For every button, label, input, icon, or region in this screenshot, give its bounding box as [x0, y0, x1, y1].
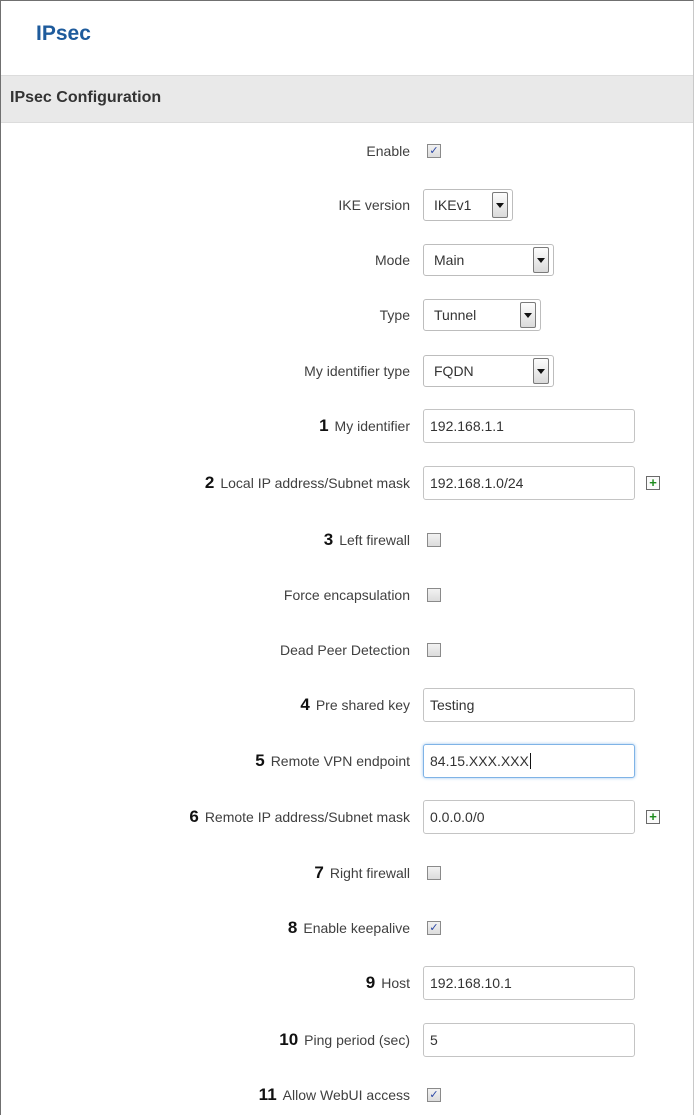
mode-select[interactable]: Main [423, 244, 554, 276]
remote-ip-label: 6 Remote IP address/Subnet mask [189, 807, 410, 826]
add-remote-ip-button[interactable]: + [646, 810, 660, 824]
allow-webui-access-checkbox[interactable]: ✓ [427, 1088, 441, 1102]
remote-vpn-endpoint-label: 5 Remote VPN endpoint [255, 751, 410, 770]
right-firewall-label: 7 Right firewall [314, 863, 410, 882]
checkmark-icon: ✓ [429, 144, 439, 157]
pre-shared-key-input[interactable]: Testing [423, 688, 635, 722]
plus-icon: + [649, 809, 657, 824]
left-firewall-checkbox[interactable] [427, 533, 441, 547]
add-local-ip-button[interactable]: + [646, 476, 660, 490]
enable-checkbox[interactable]: ✓ [427, 144, 441, 158]
chevron-down-icon[interactable] [492, 192, 508, 218]
ike-version-select[interactable]: IKEv1 [423, 189, 513, 221]
section-header: IPsec Configuration [1, 75, 693, 123]
force-encapsulation-checkbox[interactable] [427, 588, 441, 602]
host-label: 9 Host [365, 973, 410, 992]
row-enable-keepalive: 8 Enable keepalive ✓ [0, 908, 694, 948]
type-select[interactable]: Tunnel [423, 299, 541, 331]
row-my-identifier: 1 My identifier 192.168.1.1 [0, 406, 694, 446]
type-value: Tunnel [434, 307, 477, 323]
left-firewall-label: 3 Left firewall [323, 530, 410, 549]
row-remote-vpn-endpoint: 5 Remote VPN endpoint 84.15.XXX.XXX [0, 741, 694, 781]
my-identifier-type-label: My identifier type [304, 363, 410, 379]
row-allow-webui-access: 11 Allow WebUI access ✓ [0, 1075, 694, 1115]
chevron-down-icon[interactable] [533, 247, 549, 273]
ike-version-label: IKE version [338, 197, 410, 213]
host-input[interactable]: 192.168.10.1 [423, 966, 635, 1000]
ping-period-label: 10 Ping period (sec) [279, 1030, 410, 1049]
row-right-firewall: 7 Right firewall [0, 853, 694, 893]
row-host: 9 Host 192.168.10.1 [0, 963, 694, 1003]
enable-label: Enable [366, 143, 410, 159]
plus-icon: + [649, 475, 657, 490]
checkmark-icon: ✓ [429, 921, 439, 934]
enable-keepalive-checkbox[interactable]: ✓ [427, 921, 441, 935]
type-label: Type [379, 307, 410, 323]
remote-vpn-endpoint-input[interactable]: 84.15.XXX.XXX [423, 744, 635, 778]
chevron-down-icon[interactable] [520, 302, 536, 328]
ping-period-input[interactable]: 5 [423, 1023, 635, 1057]
right-firewall-checkbox[interactable] [427, 866, 441, 880]
row-pre-shared-key: 4 Pre shared key Testing [0, 685, 694, 725]
checkmark-icon: ✓ [429, 1088, 439, 1101]
local-ip-label: 2 Local IP address/Subnet mask [204, 473, 410, 492]
my-identifier-type-value: FQDN [434, 363, 474, 379]
allow-webui-access-label: 11 Allow WebUI access [258, 1085, 410, 1104]
row-ike-version: IKE version IKEv1 [0, 185, 694, 225]
ike-version-value: IKEv1 [434, 197, 472, 213]
enable-keepalive-label: 8 Enable keepalive [287, 918, 410, 937]
my-identifier-type-select[interactable]: FQDN [423, 355, 554, 387]
dead-peer-detection-label: Dead Peer Detection [280, 642, 410, 658]
section-title: IPsec Configuration [10, 89, 162, 106]
my-identifier-input[interactable]: 192.168.1.1 [423, 409, 635, 443]
mode-label: Mode [374, 252, 410, 268]
row-force-encapsulation: Force encapsulation [0, 575, 694, 615]
local-ip-input[interactable]: 192.168.1.0/24 [423, 466, 635, 500]
chevron-down-icon[interactable] [533, 358, 549, 384]
row-dead-peer-detection: Dead Peer Detection [0, 630, 694, 670]
pre-shared-key-label: 4 Pre shared key [300, 695, 410, 714]
row-mode: Mode Main [0, 240, 694, 280]
my-identifier-label: 1 My identifier [319, 416, 410, 435]
dead-peer-detection-checkbox[interactable] [427, 643, 441, 657]
row-remote-ip: 6 Remote IP address/Subnet mask 0.0.0.0/0… [0, 797, 694, 837]
force-encapsulation-label: Force encapsulation [283, 587, 410, 603]
row-enable: Enable ✓ [0, 131, 694, 171]
row-local-ip: 2 Local IP address/Subnet mask 192.168.1.… [0, 463, 694, 503]
text-caret [529, 753, 531, 769]
mode-value: Main [434, 252, 465, 268]
row-ping-period: 10 Ping period (sec) 5 [0, 1020, 694, 1060]
page-title: IPsec [36, 22, 91, 45]
row-type: Type Tunnel [0, 295, 694, 335]
row-my-identifier-type: My identifier type FQDN [0, 351, 694, 391]
remote-ip-input[interactable]: 0.0.0.0/0 [423, 800, 635, 834]
row-left-firewall: 3 Left firewall [0, 520, 694, 560]
